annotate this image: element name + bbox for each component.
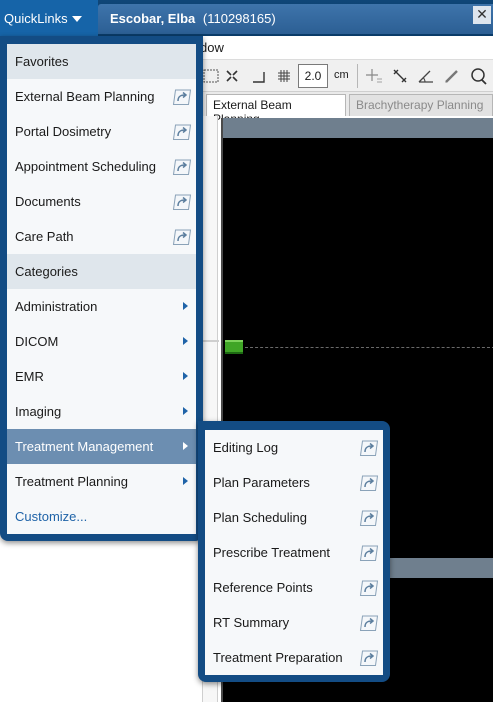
magnify-icon[interactable] (468, 66, 488, 86)
shortcut-link-icon (359, 613, 379, 632)
submenu-item-label: RT Summary (213, 615, 290, 630)
favorite-item-label: Appointment Scheduling (15, 159, 156, 174)
close-icon[interactable]: ✕ (473, 6, 491, 24)
quicklinks-label: QuickLinks (4, 11, 68, 26)
add-point-icon[interactable] (364, 66, 384, 86)
category-item-treatment-management[interactable]: Treatment Management (7, 429, 196, 464)
corner-icon[interactable] (249, 66, 269, 86)
measure-icon[interactable] (390, 66, 410, 86)
favorite-item-portal-dosimetry[interactable]: Portal Dosimetry (7, 114, 196, 149)
category-item-label: Treatment Planning (15, 474, 128, 489)
fit-icon[interactable] (222, 66, 242, 86)
zoom-region-icon[interactable] (202, 66, 222, 86)
zoom-input[interactable]: 2.0 (298, 64, 328, 88)
category-item-treatment-planning[interactable]: Treatment Planning (7, 464, 196, 499)
patient-name: Escobar, Elba (110, 11, 196, 26)
submenu-item-label: Editing Log (213, 440, 279, 455)
chevron-right-icon (183, 477, 188, 485)
menu-item-window[interactable]: dow (200, 40, 224, 55)
category-item-label: Imaging (15, 404, 62, 419)
draw-icon[interactable] (442, 66, 462, 86)
shortcut-link-icon (172, 157, 192, 176)
shortcut-link-icon (359, 473, 379, 492)
category-item-administration[interactable]: Administration (7, 289, 196, 324)
zoom-unit-label: cm (334, 69, 349, 81)
submenu-item-rt-summary[interactable]: RT Summary (205, 605, 383, 640)
chevron-right-icon (183, 442, 188, 450)
panel-divider[interactable] (203, 340, 219, 342)
favorites-header: Favorites (7, 44, 196, 79)
favorite-item-documents[interactable]: Documents (7, 184, 196, 219)
submenu-item-treatment-preparation[interactable]: Treatment Preparation (205, 640, 383, 675)
category-item-imaging[interactable]: Imaging (7, 394, 196, 429)
slice-marker[interactable] (225, 340, 243, 354)
customize-link[interactable]: Customize... (7, 499, 196, 534)
chevron-down-icon (71, 16, 82, 22)
chevron-right-icon (183, 372, 188, 380)
favorite-item-label: Care Path (15, 229, 74, 244)
category-item-dicom[interactable]: DICOM (7, 324, 196, 359)
grid-icon[interactable] (274, 66, 294, 86)
quicklinks-menu: Favorites External Beam Planning Portal … (7, 44, 196, 534)
top-bar: QuickLinks Escobar, Elba (110298165) ✕ (0, 0, 493, 36)
shortcut-link-icon (172, 122, 192, 141)
category-item-emr[interactable]: EMR (7, 359, 196, 394)
chevron-right-icon (183, 337, 188, 345)
submenu-item-label: Prescribe Treatment (213, 545, 331, 560)
submenu-item-plan-parameters[interactable]: Plan Parameters (205, 465, 383, 500)
chevron-right-icon (183, 407, 188, 415)
submenu-item-label: Plan Scheduling (213, 510, 307, 525)
category-item-label: Administration (15, 299, 98, 314)
submenu-item-label: Treatment Preparation (213, 650, 343, 665)
shortcut-link-icon (172, 192, 192, 211)
submenu-item-plan-scheduling[interactable]: Plan Scheduling (205, 500, 383, 535)
quicklinks-button[interactable]: QuickLinks (0, 0, 98, 36)
shortcut-link-icon (359, 578, 379, 597)
category-item-label: DICOM (15, 334, 59, 349)
submenu-item-label: Plan Parameters (213, 475, 310, 490)
category-item-label: EMR (15, 369, 44, 384)
viewer-header (223, 118, 493, 138)
favorite-item-label: Documents (15, 194, 81, 209)
quicklinks-menu-panel: Favorites External Beam Planning Portal … (0, 36, 203, 541)
submenu-item-reference-points[interactable]: Reference Points (205, 570, 383, 605)
shortcut-link-icon (359, 508, 379, 527)
submenu-item-label: Reference Points (213, 580, 313, 595)
slice-guide-line (245, 347, 493, 348)
treatment-management-submenu: Editing Log Plan Parameters Plan Schedul… (205, 430, 383, 675)
favorite-item-label: Portal Dosimetry (15, 124, 112, 139)
favorite-item-care-path[interactable]: Care Path (7, 219, 196, 254)
category-item-label: Treatment Management (15, 439, 154, 454)
favorite-item-label: External Beam Planning (15, 89, 155, 104)
tab-brachytherapy-planning[interactable]: Brachytherapy Planning (349, 94, 493, 116)
favorite-item-external-beam-planning[interactable]: External Beam Planning (7, 79, 196, 114)
patient-id: (110298165) (202, 11, 276, 26)
treatment-management-submenu-panel: Editing Log Plan Parameters Plan Schedul… (198, 421, 390, 682)
shortcut-link-icon (172, 87, 192, 106)
shortcut-link-icon (172, 227, 192, 246)
categories-header: Categories (7, 254, 196, 289)
submenu-item-editing-log[interactable]: Editing Log (205, 430, 383, 465)
tab-external-beam-planning[interactable]: External Beam Planning (206, 94, 346, 126)
patient-tab[interactable]: Escobar, Elba (110298165) (98, 4, 493, 34)
shortcut-link-icon (359, 648, 379, 667)
shortcut-link-icon (359, 438, 379, 457)
shortcut-link-icon (359, 543, 379, 562)
submenu-item-prescribe-treatment[interactable]: Prescribe Treatment (205, 535, 383, 570)
chevron-right-icon (183, 302, 188, 310)
favorite-item-appointment-scheduling[interactable]: Appointment Scheduling (7, 149, 196, 184)
angle-icon[interactable] (416, 66, 436, 86)
toolbar-separator (357, 64, 358, 88)
